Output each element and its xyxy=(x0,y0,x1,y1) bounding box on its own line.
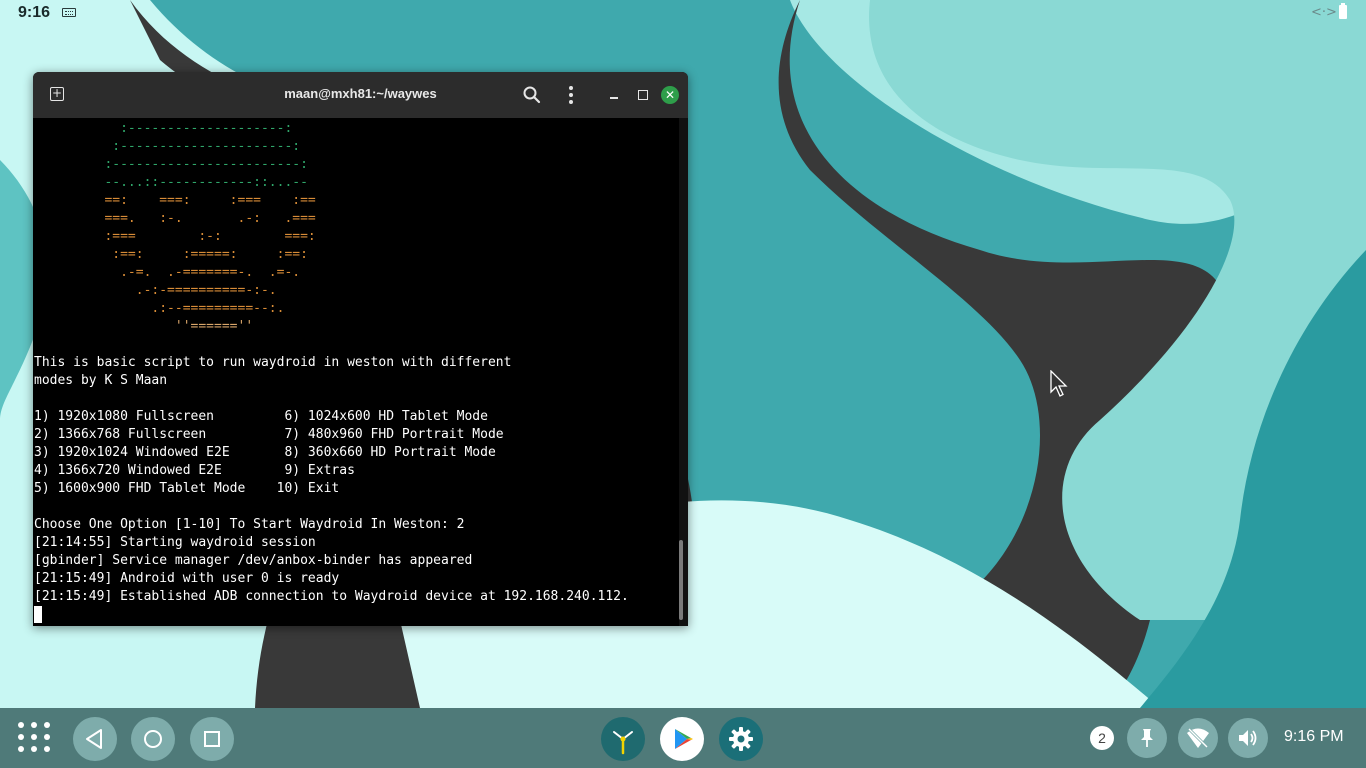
maximize-icon[interactable] xyxy=(635,86,649,102)
home-button[interactable] xyxy=(131,717,175,761)
prompt-line: Choose One Option [1-10] To Start Waydro… xyxy=(34,517,465,532)
ascii-art-line: :==: :=====: :==: xyxy=(34,247,308,262)
intro-line: This is basic script to run waydroid in … xyxy=(34,355,512,370)
close-icon[interactable]: ✕ xyxy=(661,86,679,104)
play-store-button[interactable] xyxy=(660,717,704,761)
mouse-pointer-icon xyxy=(1050,370,1068,397)
text-cursor xyxy=(34,606,42,623)
back-button[interactable] xyxy=(73,717,117,761)
clock-app-icon xyxy=(613,731,633,755)
ascii-art-line: ''======'' xyxy=(34,319,254,334)
settings-app-icon xyxy=(729,727,753,751)
ascii-art-line: ===. :-. .-: .=== xyxy=(34,211,316,226)
settings-app-button[interactable] xyxy=(719,717,763,761)
pin-button[interactable] xyxy=(1127,718,1167,758)
clock-app-button[interactable] xyxy=(601,717,645,761)
terminal-window[interactable]: + maan@mxh81:~/waywes ✕ :---------------… xyxy=(33,72,688,626)
home-icon xyxy=(144,730,162,748)
log-line: [gbinder] Service manager /dev/anbox-bin… xyxy=(34,553,473,568)
log-line: [21:14:55] Starting waydroid session xyxy=(34,535,316,550)
log-line: [21:15:49] Android with user 0 is ready xyxy=(34,571,340,586)
menu-option-line: 1) 1920x1080 Fullscreen 6) 1024x600 HD T… xyxy=(34,409,488,424)
link-icon: <·> xyxy=(1311,5,1337,20)
menu-option-line: 4) 1366x720 Windowed E2E 9) Extras xyxy=(34,463,355,478)
wifi-button[interactable] xyxy=(1178,718,1218,758)
minimize-icon[interactable] xyxy=(607,86,621,102)
pin-icon xyxy=(1141,729,1153,747)
taskbar-clock[interactable]: 9:16 PM xyxy=(1284,728,1344,746)
volume-button[interactable] xyxy=(1228,718,1268,758)
play-store-icon xyxy=(675,729,693,749)
keyboard-icon xyxy=(62,8,76,17)
notification-count-badge[interactable]: 2 xyxy=(1090,726,1114,750)
ascii-art-line: :----------------------: xyxy=(34,139,301,154)
recents-button[interactable] xyxy=(190,717,234,761)
menu-icon[interactable] xyxy=(566,85,576,105)
search-icon[interactable] xyxy=(522,85,542,105)
battery-icon xyxy=(1339,3,1347,19)
menu-option-line: 3) 1920x1024 Windowed E2E 8) 360x660 HD … xyxy=(34,445,496,460)
ascii-art-line: :------------------------: xyxy=(34,157,308,172)
scrollbar-thumb[interactable] xyxy=(679,540,683,620)
wifi-icon xyxy=(1187,727,1209,749)
recents-icon xyxy=(204,731,220,747)
terminal-output[interactable]: :--------------------: :----------------… xyxy=(33,118,678,626)
volume-icon xyxy=(1239,730,1257,746)
ascii-art-line: :=== :-: ===: xyxy=(34,229,316,244)
menu-option-line: 5) 1600x900 FHD Tablet Mode 10) Exit xyxy=(34,481,340,496)
ascii-art-line: --...::------------::...-- xyxy=(34,175,308,190)
log-line: [21:15:49] Established ADB connection to… xyxy=(34,589,629,604)
ascii-art-line: .-=. .-=======-. .=-. xyxy=(34,265,301,280)
status-bar-time: 9:16 xyxy=(18,4,51,21)
terminal-titlebar[interactable]: + maan@mxh81:~/waywes ✕ xyxy=(33,72,688,118)
apps-grid-icon[interactable] xyxy=(18,722,54,754)
intro-line: modes by K S Maan xyxy=(34,373,168,388)
window-title: maan@mxh81:~/waywes xyxy=(284,86,437,101)
back-icon xyxy=(86,729,102,749)
ascii-art-line: :--------------------: xyxy=(34,121,293,136)
ascii-art-line: .-:-==========-:-. xyxy=(34,283,277,298)
ascii-art-line: .:--=========--:. xyxy=(34,301,285,316)
ascii-art-line: ==: ===: :=== :== xyxy=(34,193,316,208)
menu-option-line: 2) 1366x768 Fullscreen 7) 480x960 FHD Po… xyxy=(34,427,504,442)
